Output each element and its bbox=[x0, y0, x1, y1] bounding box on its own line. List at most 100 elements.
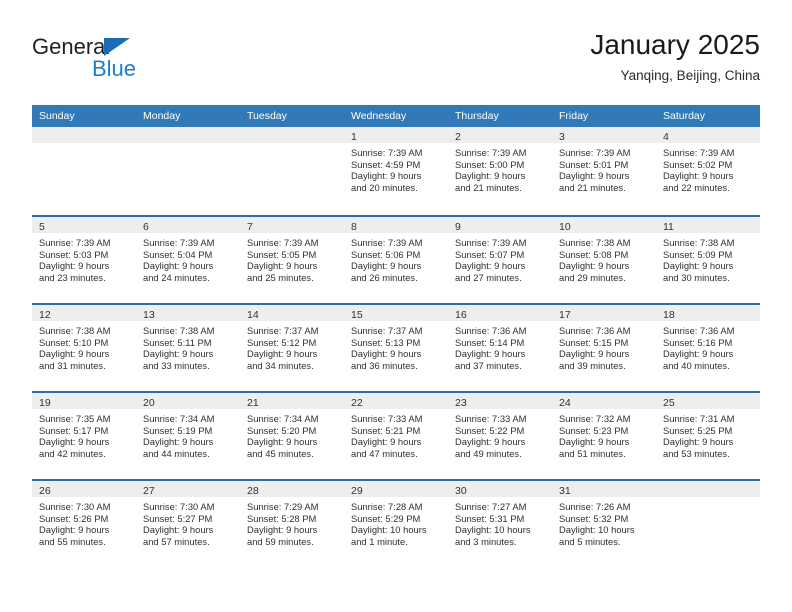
day-detail-line: and 20 minutes. bbox=[351, 181, 418, 193]
day-detail-body: Sunrise: 7:36 AM Sunset: 5:16 PM Daylight:… bbox=[656, 321, 760, 371]
day-detail-body: Sunrise: 7:39 AM Sunset: 5:06 PM Daylight:… bbox=[344, 233, 448, 283]
day-detail-line: Daylight: 9 hours bbox=[559, 260, 630, 272]
calendar-day-cell[interactable]: 19 Sunrise: 7:35 AM Sunset: 5:17 PM Dayligh… bbox=[32, 393, 136, 479]
day-number: 26 bbox=[39, 485, 51, 497]
day-detail-line: Sunrise: 7:33 AM bbox=[351, 413, 423, 424]
day-detail-line: Sunset: 5:16 PM bbox=[663, 336, 733, 348]
day-detail-line: Sunrise: 7:39 AM bbox=[143, 237, 215, 248]
day-detail-body bbox=[656, 497, 760, 501]
calendar-day-cell[interactable]: 4 Sunrise: 7:39 AM Sunset: 5:02 PM Daylight… bbox=[656, 127, 760, 215]
day-detail-line: Daylight: 9 hours bbox=[455, 348, 526, 360]
day-detail-line: Daylight: 9 hours bbox=[247, 260, 318, 272]
day-detail-line: and 24 minutes. bbox=[143, 271, 210, 283]
calendar-day-cell[interactable]: 21 Sunrise: 7:34 AM Sunset: 5:20 PM Dayligh… bbox=[240, 393, 344, 479]
day-number-band: 12 bbox=[32, 305, 136, 321]
day-detail-line: Daylight: 9 hours bbox=[455, 436, 526, 448]
day-detail-line: Daylight: 9 hours bbox=[351, 260, 422, 272]
weekday-header-row: Sunday Monday Tuesday Wednesday Thursday Frid… bbox=[32, 105, 760, 127]
calendar-day-cell[interactable]: 30 Sunrise: 7:27 AM Sunset: 5:31 PM Dayligh… bbox=[448, 481, 552, 567]
weekday-header-monday: Monday bbox=[143, 110, 181, 122]
calendar-week-row: 12 Sunrise: 7:38 AM Sunset: 5:10 PM Dayligh… bbox=[32, 303, 760, 391]
calendar-day-cell[interactable]: 24 Sunrise: 7:32 AM Sunset: 5:23 PM Dayligh… bbox=[552, 393, 656, 479]
day-detail-body: Sunrise: 7:36 AM Sunset: 5:15 PM Daylight:… bbox=[552, 321, 656, 371]
day-number-band: 2 bbox=[448, 127, 552, 143]
day-number: 5 bbox=[39, 221, 45, 233]
day-number: 20 bbox=[143, 397, 155, 409]
day-number: 17 bbox=[559, 309, 571, 321]
calendar-day-cell[interactable]: 11 Sunrise: 7:38 AM Sunset: 5:09 PM Dayligh… bbox=[656, 217, 760, 303]
day-detail-body: Sunrise: 7:39 AM Sunset: 5:02 PM Daylight:… bbox=[656, 143, 760, 193]
calendar-day-cell[interactable]: 22 Sunrise: 7:33 AM Sunset: 5:21 PM Dayligh… bbox=[344, 393, 448, 479]
day-detail-line: and 31 minutes. bbox=[39, 359, 106, 371]
day-number-band: 24 bbox=[552, 393, 656, 409]
calendar-day-cell[interactable]: 23 Sunrise: 7:33 AM Sunset: 5:22 PM Dayligh… bbox=[448, 393, 552, 479]
calendar-day-cell[interactable]: 3 Sunrise: 7:39 AM Sunset: 5:01 PM Daylight… bbox=[552, 127, 656, 215]
day-number: 25 bbox=[663, 397, 675, 409]
day-detail-line: and 26 minutes. bbox=[351, 271, 418, 283]
day-detail-line: Daylight: 9 hours bbox=[247, 524, 318, 536]
day-detail-line: Sunset: 5:21 PM bbox=[351, 424, 421, 436]
day-detail-line: and 42 minutes. bbox=[39, 447, 106, 459]
general-blue-logo: General Blue bbox=[32, 36, 212, 86]
day-detail-body: Sunrise: 7:39 AM Sunset: 5:04 PM Daylight:… bbox=[136, 233, 240, 283]
calendar-day-cell[interactable]: 13 Sunrise: 7:38 AM Sunset: 5:11 PM Dayligh… bbox=[136, 305, 240, 391]
day-detail-line: Daylight: 9 hours bbox=[143, 436, 214, 448]
day-number: 18 bbox=[663, 309, 675, 321]
day-detail-line: Sunrise: 7:39 AM bbox=[455, 237, 527, 248]
day-detail-line: Daylight: 9 hours bbox=[559, 348, 630, 360]
calendar-day-cell[interactable]: 20 Sunrise: 7:34 AM Sunset: 5:19 PM Dayligh… bbox=[136, 393, 240, 479]
day-detail-line: Sunrise: 7:39 AM bbox=[247, 237, 319, 248]
calendar-day-cell[interactable]: 31 Sunrise: 7:26 AM Sunset: 5:32 PM Dayligh… bbox=[552, 481, 656, 567]
calendar-day-cell[interactable]: 25 Sunrise: 7:31 AM Sunset: 5:25 PM Dayligh… bbox=[656, 393, 760, 479]
calendar-day-cell[interactable]: 18 Sunrise: 7:36 AM Sunset: 5:16 PM Dayligh… bbox=[656, 305, 760, 391]
day-number-band: 7 bbox=[240, 217, 344, 233]
calendar-day-cell[interactable]: 2 Sunrise: 7:39 AM Sunset: 5:00 PM Daylight… bbox=[448, 127, 552, 215]
day-detail-line: Sunrise: 7:36 AM bbox=[559, 325, 631, 336]
day-detail-line: Sunrise: 7:32 AM bbox=[559, 413, 631, 424]
day-detail-line: Sunset: 5:09 PM bbox=[663, 248, 733, 260]
day-detail-body: Sunrise: 7:34 AM Sunset: 5:19 PM Daylight:… bbox=[136, 409, 240, 459]
day-detail-line: Sunset: 5:32 PM bbox=[559, 512, 629, 524]
calendar-day-cell[interactable]: 26 Sunrise: 7:30 AM Sunset: 5:26 PM Dayligh… bbox=[32, 481, 136, 567]
calendar-day-cell[interactable]: 16 Sunrise: 7:36 AM Sunset: 5:14 PM Dayligh… bbox=[448, 305, 552, 391]
calendar-day-cell[interactable]: 9 Sunrise: 7:39 AM Sunset: 5:07 PM Daylight… bbox=[448, 217, 552, 303]
day-number-band bbox=[240, 127, 344, 143]
calendar-day-cell[interactable]: 6 Sunrise: 7:39 AM Sunset: 5:04 PM Daylight… bbox=[136, 217, 240, 303]
day-detail-line: and 36 minutes. bbox=[351, 359, 418, 371]
calendar-day-cell[interactable]: 12 Sunrise: 7:38 AM Sunset: 5:10 PM Dayligh… bbox=[32, 305, 136, 391]
calendar-day-cell[interactable]: 10 Sunrise: 7:38 AM Sunset: 5:08 PM Dayligh… bbox=[552, 217, 656, 303]
day-detail-line: Sunset: 5:11 PM bbox=[143, 336, 212, 348]
day-number-band: 1 bbox=[344, 127, 448, 143]
calendar-day-cell[interactable]: 17 Sunrise: 7:36 AM Sunset: 5:15 PM Dayligh… bbox=[552, 305, 656, 391]
day-detail-line: Daylight: 9 hours bbox=[351, 436, 422, 448]
weekday-header-saturday: Saturday bbox=[663, 110, 706, 122]
day-number: 28 bbox=[247, 485, 259, 497]
day-detail-line: Sunrise: 7:39 AM bbox=[39, 237, 111, 248]
day-number-band: 6 bbox=[136, 217, 240, 233]
day-detail-line: Sunset: 5:02 PM bbox=[663, 158, 733, 170]
day-number: 21 bbox=[247, 397, 259, 409]
calendar-day-cell[interactable]: 14 Sunrise: 7:37 AM Sunset: 5:12 PM Dayligh… bbox=[240, 305, 344, 391]
calendar-day-cell[interactable]: 5 Sunrise: 7:39 AM Sunset: 5:03 PM Daylight… bbox=[32, 217, 136, 303]
calendar-day-cell[interactable]: 8 Sunrise: 7:39 AM Sunset: 5:06 PM Daylight… bbox=[344, 217, 448, 303]
day-number: 19 bbox=[39, 397, 51, 409]
day-detail-line: and 59 minutes. bbox=[247, 535, 314, 547]
day-number: 9 bbox=[455, 221, 461, 233]
calendar-day-cell[interactable]: 15 Sunrise: 7:37 AM Sunset: 5:13 PM Dayligh… bbox=[344, 305, 448, 391]
day-detail-line: and 25 minutes. bbox=[247, 271, 314, 283]
calendar-day-cell[interactable]: 28 Sunrise: 7:29 AM Sunset: 5:28 PM Dayligh… bbox=[240, 481, 344, 567]
day-detail-line: Daylight: 10 hours bbox=[351, 524, 427, 536]
day-detail-body: Sunrise: 7:39 AM Sunset: 4:59 PM Daylight:… bbox=[344, 143, 448, 193]
calendar-day-cell[interactable]: 1 Sunrise: 7:39 AM Sunset: 4:59 PM Daylight… bbox=[344, 127, 448, 215]
day-detail-line: Sunrise: 7:39 AM bbox=[351, 237, 423, 248]
calendar-day-cell[interactable]: 7 Sunrise: 7:39 AM Sunset: 5:05 PM Daylight… bbox=[240, 217, 344, 303]
day-detail-line: Sunrise: 7:37 AM bbox=[351, 325, 423, 336]
day-number-band: 23 bbox=[448, 393, 552, 409]
calendar-day-cell[interactable]: 29 Sunrise: 7:28 AM Sunset: 5:29 PM Dayligh… bbox=[344, 481, 448, 567]
day-detail-line: and 51 minutes. bbox=[559, 447, 626, 459]
day-detail-body: Sunrise: 7:39 AM Sunset: 5:05 PM Daylight:… bbox=[240, 233, 344, 283]
day-detail-body: Sunrise: 7:34 AM Sunset: 5:20 PM Daylight:… bbox=[240, 409, 344, 459]
calendar-day-cell[interactable]: 27 Sunrise: 7:30 AM Sunset: 5:27 PM Dayligh… bbox=[136, 481, 240, 567]
day-detail-line: and 30 minutes. bbox=[663, 271, 730, 283]
calendar-day-cell-empty bbox=[240, 127, 344, 215]
